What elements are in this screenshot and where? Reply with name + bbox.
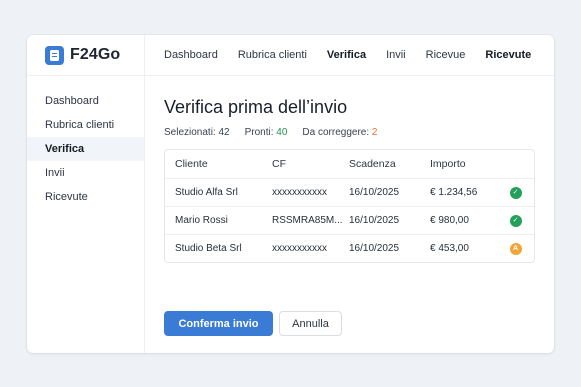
verification-table: Cliente CF Scadenza Importo Studio Alfa …: [164, 149, 535, 263]
stat-fix-label: Da correggere:: [302, 127, 370, 138]
summary-stats: Selezionati: 42 Pronti: 40 Da correggere…: [164, 127, 392, 138]
table-header: Cliente CF Scadenza Importo: [165, 150, 534, 178]
column-header-client: Cliente: [175, 158, 208, 170]
app-window: F24Go Dashboard Rubrica clienti Verifica…: [27, 35, 554, 353]
cell-due: 16/10/2025: [349, 215, 400, 226]
cell-amount: € 453,00: [430, 243, 469, 254]
main-content: Verifica prima dell’invio Selezionati: 4…: [164, 76, 535, 353]
column-header-cf: CF: [272, 158, 286, 170]
column-header-due: Scadenza: [349, 158, 396, 170]
stat-ready-label: Pronti:: [244, 127, 274, 138]
topnav-dashboard[interactable]: Dashboard: [164, 49, 218, 61]
cell-client: Studio Beta Srl: [175, 243, 242, 254]
sidebar-item-invii[interactable]: Invii: [27, 161, 144, 185]
check-icon: ✓: [509, 214, 522, 227]
sidebar: Dashboard Rubrica clienti Verifica Invii…: [27, 76, 145, 353]
cancel-button[interactable]: Annulla: [279, 311, 342, 336]
warning-icon: A: [509, 242, 522, 255]
stat-selected-value: 42: [218, 127, 230, 138]
cell-client: Mario Rossi: [175, 215, 228, 226]
app-name: F24Go: [70, 46, 121, 63]
cell-due: 16/10/2025: [349, 243, 400, 254]
stat-ready: Pronti: 40: [245, 127, 288, 138]
cell-amount: € 980,00: [430, 215, 469, 226]
stat-fix-value: 2: [371, 127, 378, 138]
table-row[interactable]: Studio Alfa Srl xxxxxxxxxxx 16/10/2025 €…: [165, 178, 534, 206]
cell-cf: xxxxxxxxxxx: [272, 187, 327, 198]
sidebar-item-verifica[interactable]: Verifica: [27, 137, 144, 161]
topnav-invii[interactable]: Invii: [386, 49, 406, 61]
cell-cf: xxxxxxxxxxx: [272, 243, 327, 254]
sidebar-item-ricevute[interactable]: Ricevute: [27, 185, 144, 209]
sidebar-item-rubrica-clienti[interactable]: Rubrica clienti: [27, 113, 144, 137]
page-title: Verifica prima dell’invio: [164, 97, 348, 117]
stat-selected-label: Selezionati:: [164, 127, 216, 138]
topnav-verifica[interactable]: Verifica: [327, 49, 366, 61]
column-header-amount: Importo: [430, 158, 466, 170]
cell-amount: € 1.234,56: [430, 187, 478, 198]
check-icon: ✓: [509, 186, 522, 199]
document-logo-icon: [45, 45, 64, 65]
table-row[interactable]: Studio Beta Srl xxxxxxxxxxx 16/10/2025 €…: [165, 234, 534, 262]
table-row[interactable]: Mario Rossi RSSMRA85M... 16/10/2025 € 98…: [165, 206, 534, 234]
topnav-rubrica-clienti[interactable]: Rubrica clienti: [238, 49, 307, 61]
cell-client: Studio Alfa Srl: [175, 187, 238, 198]
topnav-ricevue[interactable]: Ricevue: [426, 49, 466, 61]
stat-ready-value: 40: [276, 127, 288, 138]
sidebar-item-dashboard[interactable]: Dashboard: [27, 89, 144, 113]
confirm-send-button[interactable]: Conferma invio: [164, 311, 273, 336]
stat-selected: Selezionati: 42: [164, 127, 230, 138]
top-navigation: Dashboard Rubrica clienti Verifica Invii…: [145, 35, 554, 76]
topnav-ricevute[interactable]: Ricevute: [485, 49, 531, 61]
cell-due: 16/10/2025: [349, 187, 400, 198]
brand[interactable]: F24Go: [27, 35, 145, 76]
cell-cf: RSSMRA85M...: [272, 215, 343, 226]
stat-fix: Da correggere: 2: [302, 127, 377, 138]
